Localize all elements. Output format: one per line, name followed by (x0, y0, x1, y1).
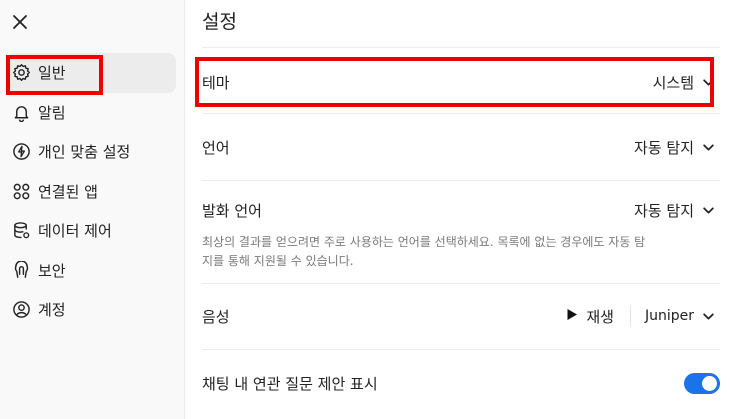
spoken-language-value: 자동 탐지 (634, 201, 694, 220)
spoken-language-description: 최상의 결과를 얻으려면 주로 사용하는 언어를 선택하세요. 목록에 없는 경… (202, 235, 646, 268)
sidebar-item-label: 알림 (38, 103, 66, 122)
sidebar-item-label: 계정 (38, 301, 66, 320)
sidebar-item-data-controls[interactable]: 데이터 제어 (6, 211, 176, 251)
sidebar-item-connected-apps[interactable]: 연결된 앱 (6, 172, 176, 212)
divider (202, 47, 720, 48)
theme-select[interactable]: 시스템 (653, 72, 716, 93)
voice-value: Juniper (644, 308, 694, 324)
follow-up-toggle[interactable] (684, 372, 720, 394)
chevron-down-icon (700, 139, 716, 155)
voice-select[interactable]: Juniper (645, 308, 716, 324)
page-title: 설정 (202, 11, 237, 33)
spoken-language-select[interactable]: 자동 탐지 (634, 200, 716, 221)
voice-controls: 재생 Juniper (566, 306, 716, 327)
sidebar-item-personalization[interactable]: 개인 맞춤 설정 (6, 132, 176, 172)
sidebar-item-security[interactable]: 보안 (6, 251, 176, 291)
voice-row: 음성 재생 Juniper (202, 297, 720, 335)
language-row: 언어 자동 탐지 (202, 128, 720, 166)
sidebar-item-label: 보안 (38, 261, 66, 280)
divider (629, 306, 631, 326)
sidebar-item-label: 데이터 제어 (38, 222, 112, 241)
divider (202, 349, 720, 350)
close-icon (13, 15, 27, 29)
divider (202, 180, 720, 181)
theme-row: 테마 시스템 (202, 63, 720, 101)
sidebar-item-general[interactable]: 일반 (6, 53, 176, 93)
settings-main: 설정 테마 시스템 언어 자동 탐지 발화 언어 자동 탐지 최상의 결과를 얻… (184, 0, 730, 419)
connected-apps-icon (11, 181, 31, 201)
play-label: 재생 (586, 307, 614, 326)
bell-icon (11, 102, 31, 122)
play-icon (566, 307, 578, 325)
follow-up-label: 채팅 내 연관 질문 제안 표시 (202, 374, 378, 393)
personalization-icon (11, 142, 31, 162)
spoken-language-label: 발화 언어 (202, 201, 262, 220)
sidebar-item-notifications[interactable]: 알림 (6, 93, 176, 133)
sidebar-item-label: 일반 (38, 64, 66, 83)
play-voice-button[interactable]: 재생 (566, 306, 630, 327)
chevron-down-icon (700, 308, 716, 324)
chevron-down-icon (700, 74, 716, 90)
follow-up-row: 채팅 내 연관 질문 제안 표시 (202, 364, 720, 402)
language-value: 자동 탐지 (634, 138, 694, 157)
account-icon (11, 300, 31, 320)
sidebar-item-account[interactable]: 계정 (6, 290, 176, 330)
theme-label: 테마 (202, 73, 230, 92)
security-icon (11, 260, 31, 280)
sidebar-item-label: 연결된 앱 (38, 182, 98, 201)
toggle-knob (702, 375, 717, 391)
chevron-down-icon (700, 202, 716, 218)
sidebar-item-label: 개인 맞춤 설정 (38, 143, 131, 162)
voice-label: 음성 (202, 307, 230, 326)
settings-sidebar: 일반 알림 개인 맞춤 설정 연결된 앱 데이터 제어 보안 계정 (0, 0, 184, 419)
divider (202, 113, 720, 114)
language-select[interactable]: 자동 탐지 (634, 137, 716, 158)
theme-value: 시스템 (652, 73, 694, 92)
close-button[interactable] (10, 12, 30, 32)
gear-icon (11, 63, 31, 83)
database-icon (11, 221, 31, 241)
language-label: 언어 (202, 138, 230, 157)
spoken-language-row: 발화 언어 자동 탐지 (202, 191, 720, 229)
divider (202, 283, 720, 284)
settings-nav: 일반 알림 개인 맞춤 설정 연결된 앱 데이터 제어 보안 계정 (0, 53, 184, 330)
